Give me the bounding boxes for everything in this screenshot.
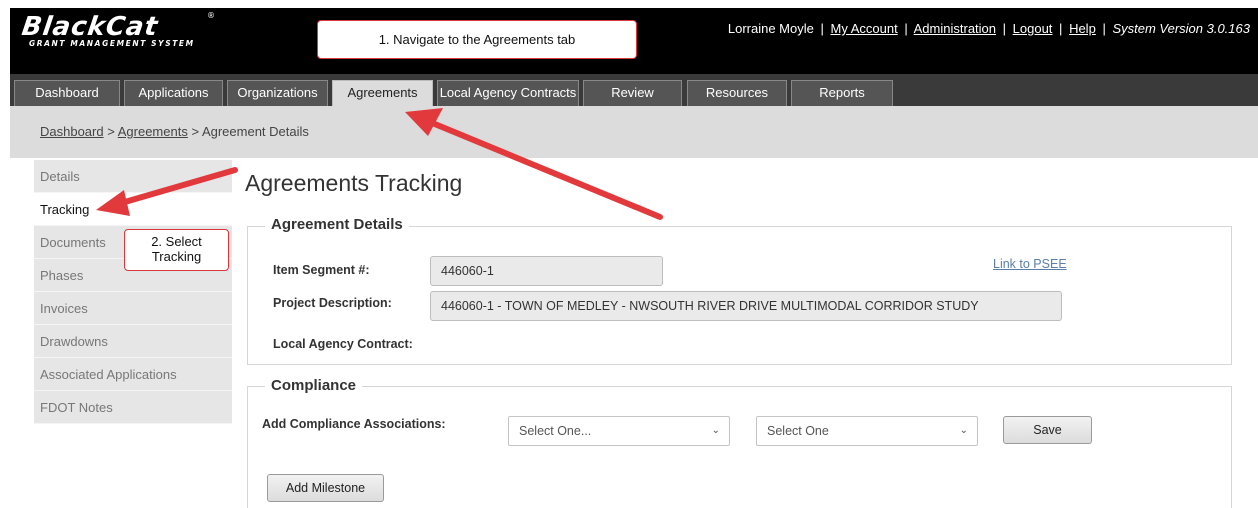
chevron-down-icon: ⌄ (959, 425, 968, 436)
logo-wordmark: BlackCat (19, 12, 161, 42)
sidebar-item-associated-applications[interactable]: Associated Applications (34, 358, 232, 391)
callout-step-2-line-2: Tracking (151, 249, 202, 264)
sidebar-item-invoices[interactable]: Invoices (34, 292, 232, 325)
compliance-association-select-1[interactable]: Select One... ⌄ (508, 416, 730, 446)
separator: | (820, 21, 824, 36)
breadcrumb: Dashboard > Agreements > Agreement Detai… (40, 124, 309, 139)
link-to-psee[interactable]: Link to PSEE (993, 257, 1067, 271)
tab-resources[interactable]: Resources (687, 80, 787, 106)
local-agency-contract-label: Local Agency Contract: (273, 337, 413, 351)
callout-step-1: 1. Navigate to the Agreements tab (317, 20, 637, 59)
sidebar-item-fdot-notes[interactable]: FDOT Notes (34, 391, 232, 424)
agreement-details-legend: Agreement Details (265, 216, 409, 233)
user-bar: Lorraine Moyle | My Account | Administra… (728, 21, 1250, 36)
blackcat-logo[interactable]: BlackCat ® GRANT MANAGEMENT SYSTEM (19, 11, 242, 50)
compliance-association-select-2[interactable]: Select One ⌄ (756, 416, 978, 446)
add-milestone-button[interactable]: Add Milestone (267, 474, 384, 502)
user-name: Lorraine Moyle (727, 21, 814, 36)
registered-mark: ® (207, 11, 215, 20)
breadcrumb-agreements-link[interactable]: Agreements (118, 124, 188, 139)
compliance-section (247, 386, 1232, 508)
breadcrumb-separator: > (107, 124, 115, 139)
administration-link[interactable]: Administration (914, 21, 996, 36)
tab-applications[interactable]: Applications (124, 80, 223, 106)
item-segment-label: Item Segment #: (273, 263, 370, 277)
main-nav-tabs: Dashboard Applications Organizations Agr… (10, 74, 1258, 106)
project-description-field: 446060-1 - TOWN OF MEDLEY - NWSOUTH RIVE… (430, 291, 1062, 321)
my-account-link[interactable]: My Account (831, 21, 898, 36)
select-1-value: Select One... (519, 424, 592, 438)
sidebar-item-tracking[interactable]: Tracking (34, 193, 232, 226)
callout-step-2: 2. Select Tracking (124, 229, 229, 271)
logout-link[interactable]: Logout (1013, 21, 1053, 36)
sidebar-item-details[interactable]: Details (34, 160, 232, 193)
separator: | (1002, 21, 1007, 36)
project-description-label: Project Description: (273, 296, 392, 310)
breadcrumb-bar: Dashboard > Agreements > Agreement Detai… (10, 106, 1258, 158)
add-compliance-associations-label: Add Compliance Associations: (262, 417, 446, 431)
separator: | (1102, 21, 1106, 36)
breadcrumb-separator: > (191, 124, 200, 139)
logo-tagline: GRANT MANAGEMENT SYSTEM (29, 39, 195, 48)
breadcrumb-dashboard-link[interactable]: Dashboard (40, 124, 104, 139)
callout-step-1-text: 1. Navigate to the Agreements tab (378, 32, 576, 47)
tab-organizations[interactable]: Organizations (227, 80, 328, 106)
help-link[interactable]: Help (1069, 21, 1096, 36)
sidebar-item-drawdowns[interactable]: Drawdowns (34, 325, 232, 358)
tab-review[interactable]: Review (583, 80, 682, 106)
chevron-down-icon: ⌄ (711, 425, 720, 436)
item-segment-field: 446060-1 (430, 256, 663, 286)
tab-dashboard[interactable]: Dashboard (14, 80, 120, 106)
breadcrumb-current: Agreement Details (201, 124, 309, 139)
select-2-value: Select One (767, 424, 829, 438)
callout-step-2-line-1: 2. Select (151, 234, 202, 249)
page-title: Agreements Tracking (245, 170, 463, 196)
tab-local-agency-contracts[interactable]: Local Agency Contracts (437, 80, 579, 106)
page: BlackCat ® GRANT MANAGEMENT SYSTEM Lorra… (0, 0, 1258, 508)
tab-agreements[interactable]: Agreements (332, 80, 433, 106)
save-button[interactable]: Save (1003, 416, 1092, 444)
separator: | (904, 21, 908, 36)
tab-reports[interactable]: Reports (791, 80, 893, 106)
sidebar-nav: Details Tracking Documents Phases Invoic… (34, 160, 232, 424)
system-version: System Version 3.0.163 (1112, 21, 1250, 36)
separator: | (1059, 21, 1063, 36)
compliance-legend: Compliance (265, 377, 363, 394)
